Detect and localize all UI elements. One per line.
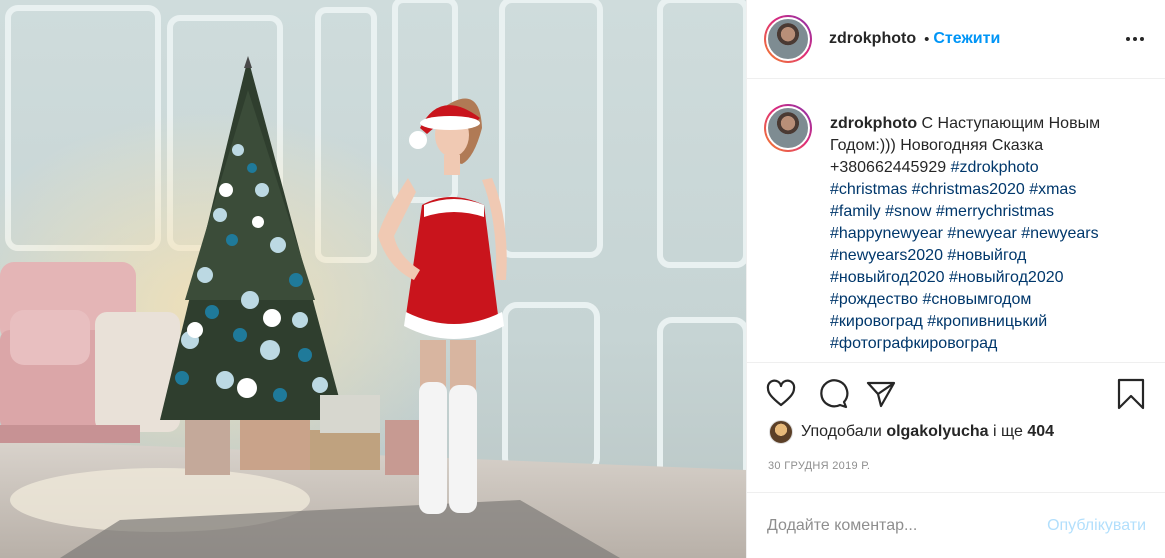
liker-avatar[interactable] [769,420,793,444]
publish-button[interactable]: Опублікувати [1047,517,1146,535]
likes-count[interactable]: 404 [1027,423,1054,441]
separator-dot: • [924,30,930,48]
comment-input[interactable] [767,516,1048,535]
likes-prefix: Уподобали [801,423,882,440]
username-link[interactable]: zdrokphoto [829,30,916,48]
post-date[interactable]: 30 ГРУДНЯ 2019 Р. [768,460,870,472]
avatar[interactable] [764,15,812,63]
post-header: zdrokphoto • Стежити [747,0,1165,79]
post-sidebar: zdrokphoto • Стежити zdrokphoto С Наступ… [746,0,1165,558]
heart-icon[interactable] [765,378,797,410]
caption-text: zdrokphoto С Наступающим Новым Годом:)))… [830,113,1148,355]
christmas-photo-illustration [0,0,746,558]
likes-mid: і ще [993,423,1023,440]
avatar-image [766,106,810,150]
post-caption: zdrokphoto С Наступающим Новым Годом:)))… [764,104,1159,355]
action-bar [747,362,1165,422]
paper-plane-icon[interactable] [865,378,897,410]
avatar-image [766,17,810,61]
likes-summary: Уподобали olgakolyucha і ще 404 [769,420,1054,444]
more-options-icon[interactable] [1126,30,1144,48]
comment-box: Опублікувати [747,492,1165,558]
post-photo[interactable] [0,0,746,558]
caption-username[interactable]: zdrokphoto [830,115,917,132]
instagram-post: zdrokphoto • Стежити zdrokphoto С Наступ… [0,0,1165,558]
follow-button[interactable]: Стежити [933,30,1000,48]
liker-username[interactable]: olgakolyucha [886,423,988,441]
comment-bubble-icon[interactable] [817,378,849,410]
caption-hashtags[interactable]: #zdrokphoto #christmas #christmas2020 #x… [830,159,1099,352]
caption-avatar[interactable] [764,104,812,152]
bookmark-icon[interactable] [1115,378,1147,410]
